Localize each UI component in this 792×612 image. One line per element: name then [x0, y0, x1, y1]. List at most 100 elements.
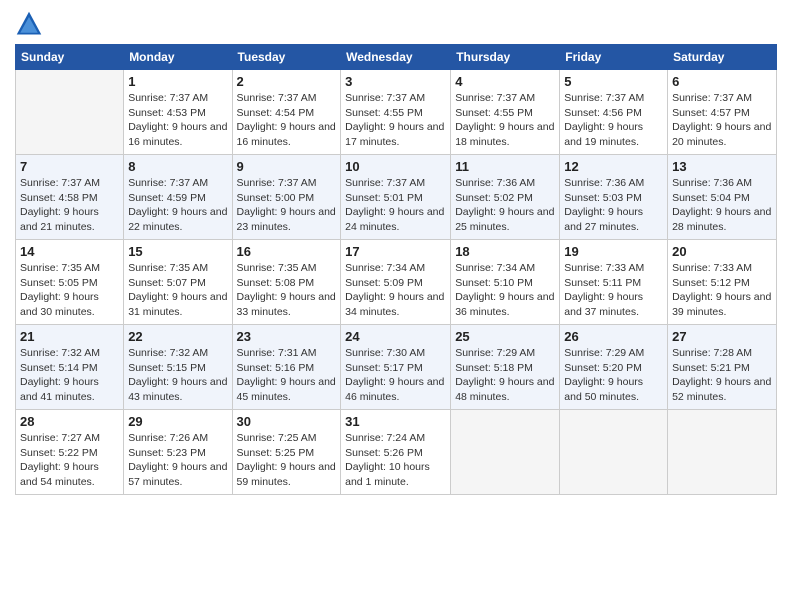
day-number: 14 [20, 244, 119, 259]
day-info: Sunrise: 7:36 AMSunset: 5:02 PMDaylight:… [455, 176, 555, 235]
day-number: 23 [237, 329, 337, 344]
day-cell: 28 Sunrise: 7:27 AMSunset: 5:22 PMDayligh… [16, 410, 124, 495]
day-cell: 16Sunrise: 7:35 AMSunset: 5:08 PMDayligh… [232, 240, 341, 325]
day-cell: 15 Sunrise: 7:35 AMSunset: 5:07 PMDayligh… [124, 240, 232, 325]
week-row-5: 28 Sunrise: 7:27 AMSunset: 5:22 PMDayligh… [16, 410, 777, 495]
week-row-2: 7 Sunrise: 7:37 AMSunset: 4:58 PMDaylight… [16, 155, 777, 240]
day-cell: 8 Sunrise: 7:37 AMSunset: 4:59 PMDaylight… [124, 155, 232, 240]
day-cell: 27 Sunrise: 7:28 AMSunset: 5:21 PMDayligh… [668, 325, 777, 410]
day-info: Sunrise: 7:37 AMSunset: 4:54 PMDaylight:… [237, 91, 337, 150]
day-info: Sunrise: 7:30 AMSunset: 5:17 PMDaylight:… [345, 346, 446, 405]
header-row: SundayMondayTuesdayWednesdayThursdayFrid… [16, 45, 777, 70]
day-cell: 18Sunrise: 7:34 AMSunset: 5:10 PMDayligh… [451, 240, 560, 325]
day-number: 19 [564, 244, 663, 259]
day-cell: 13 Sunrise: 7:36 AMSunset: 5:04 PMDayligh… [668, 155, 777, 240]
day-cell: 23 Sunrise: 7:31 AMSunset: 5:16 PMDayligh… [232, 325, 341, 410]
day-number: 30 [237, 414, 337, 429]
day-number: 10 [345, 159, 446, 174]
day-info: Sunrise: 7:37 AMSunset: 4:59 PMDaylight:… [128, 176, 227, 235]
week-row-1: 1 Sunrise: 7:37 AMSunset: 4:53 PMDaylight… [16, 70, 777, 155]
day-number: 31 [345, 414, 446, 429]
day-info: Sunrise: 7:34 AMSunset: 5:09 PMDaylight:… [345, 261, 446, 320]
day-cell: 21 Sunrise: 7:32 AMSunset: 5:14 PMDayligh… [16, 325, 124, 410]
day-number: 6 [672, 74, 772, 89]
day-number: 18 [455, 244, 555, 259]
week-row-3: 14Sunrise: 7:35 AMSunset: 5:05 PMDayligh… [16, 240, 777, 325]
day-number: 24 [345, 329, 446, 344]
day-cell [668, 410, 777, 495]
day-info: Sunrise: 7:25 AMSunset: 5:25 PMDaylight:… [237, 431, 337, 490]
day-number: 26 [564, 329, 663, 344]
day-number: 29 [128, 414, 227, 429]
day-number: 11 [455, 159, 555, 174]
day-info: Sunrise: 7:37 AMSunset: 4:58 PMDaylight:… [20, 176, 119, 235]
day-cell: 31 Sunrise: 7:24 AMSunset: 5:26 PMDayligh… [341, 410, 451, 495]
day-info: Sunrise: 7:29 AMSunset: 5:20 PMDaylight:… [564, 346, 663, 405]
day-number: 28 [20, 414, 119, 429]
day-info: Sunrise: 7:33 AMSunset: 5:12 PMDaylight:… [672, 261, 772, 320]
day-number: 1 [128, 74, 227, 89]
day-number: 5 [564, 74, 663, 89]
day-info: Sunrise: 7:37 AMSunset: 4:57 PMDaylight:… [672, 91, 772, 150]
day-number: 15 [128, 244, 227, 259]
day-info: Sunrise: 7:26 AMSunset: 5:23 PMDaylight:… [128, 431, 227, 490]
logo-icon [15, 10, 43, 38]
day-info: Sunrise: 7:32 AMSunset: 5:14 PMDaylight:… [20, 346, 119, 405]
day-number: 22 [128, 329, 227, 344]
week-row-4: 21 Sunrise: 7:32 AMSunset: 5:14 PMDayligh… [16, 325, 777, 410]
day-info: Sunrise: 7:28 AMSunset: 5:21 PMDaylight:… [672, 346, 772, 405]
day-cell: 26 Sunrise: 7:29 AMSunset: 5:20 PMDayligh… [560, 325, 668, 410]
day-cell: 2 Sunrise: 7:37 AMSunset: 4:54 PMDaylight… [232, 70, 341, 155]
day-cell: 11 Sunrise: 7:36 AMSunset: 5:02 PMDayligh… [451, 155, 560, 240]
header-area [15, 10, 777, 38]
day-cell: 12Sunrise: 7:36 AMSunset: 5:03 PMDayligh… [560, 155, 668, 240]
day-number: 3 [345, 74, 446, 89]
day-cell: 1 Sunrise: 7:37 AMSunset: 4:53 PMDaylight… [124, 70, 232, 155]
day-cell: 29 Sunrise: 7:26 AMSunset: 5:23 PMDayligh… [124, 410, 232, 495]
column-header-wednesday: Wednesday [341, 45, 451, 70]
day-info: Sunrise: 7:37 AMSunset: 4:55 PMDaylight:… [455, 91, 555, 150]
day-info: Sunrise: 7:36 AMSunset: 5:03 PMDaylight:… [564, 176, 663, 235]
day-info: Sunrise: 7:35 AMSunset: 5:07 PMDaylight:… [128, 261, 227, 320]
day-number: 9 [237, 159, 337, 174]
day-cell: 20 Sunrise: 7:33 AMSunset: 5:12 PMDayligh… [668, 240, 777, 325]
day-cell [16, 70, 124, 155]
day-cell: 6 Sunrise: 7:37 AMSunset: 4:57 PMDaylight… [668, 70, 777, 155]
day-cell: 7 Sunrise: 7:37 AMSunset: 4:58 PMDaylight… [16, 155, 124, 240]
logo [15, 10, 47, 38]
day-number: 2 [237, 74, 337, 89]
column-header-friday: Friday [560, 45, 668, 70]
day-number: 21 [20, 329, 119, 344]
day-info: Sunrise: 7:24 AMSunset: 5:26 PMDaylight:… [345, 431, 446, 490]
day-info: Sunrise: 7:32 AMSunset: 5:15 PMDaylight:… [128, 346, 227, 405]
day-info: Sunrise: 7:27 AMSunset: 5:22 PMDaylight:… [20, 431, 119, 490]
day-number: 20 [672, 244, 772, 259]
day-cell: 22 Sunrise: 7:32 AMSunset: 5:15 PMDayligh… [124, 325, 232, 410]
calendar-container: SundayMondayTuesdayWednesdayThursdayFrid… [0, 0, 792, 505]
day-number: 4 [455, 74, 555, 89]
day-number: 16 [237, 244, 337, 259]
day-number: 13 [672, 159, 772, 174]
day-info: Sunrise: 7:37 AMSunset: 4:55 PMDaylight:… [345, 91, 446, 150]
day-cell [451, 410, 560, 495]
day-number: 7 [20, 159, 119, 174]
day-cell: 4 Sunrise: 7:37 AMSunset: 4:55 PMDaylight… [451, 70, 560, 155]
day-cell: 9 Sunrise: 7:37 AMSunset: 5:00 PMDaylight… [232, 155, 341, 240]
day-cell: 10Sunrise: 7:37 AMSunset: 5:01 PMDayligh… [341, 155, 451, 240]
column-header-sunday: Sunday [16, 45, 124, 70]
day-cell: 19Sunrise: 7:33 AMSunset: 5:11 PMDayligh… [560, 240, 668, 325]
day-info: Sunrise: 7:37 AMSunset: 5:00 PMDaylight:… [237, 176, 337, 235]
column-header-saturday: Saturday [668, 45, 777, 70]
day-number: 27 [672, 329, 772, 344]
day-number: 8 [128, 159, 227, 174]
day-info: Sunrise: 7:37 AMSunset: 4:53 PMDaylight:… [128, 91, 227, 150]
column-header-monday: Monday [124, 45, 232, 70]
day-info: Sunrise: 7:31 AMSunset: 5:16 PMDaylight:… [237, 346, 337, 405]
day-cell [560, 410, 668, 495]
day-info: Sunrise: 7:36 AMSunset: 5:04 PMDaylight:… [672, 176, 772, 235]
day-number: 25 [455, 329, 555, 344]
day-info: Sunrise: 7:37 AMSunset: 4:56 PMDaylight:… [564, 91, 663, 150]
day-cell: 17 Sunrise: 7:34 AMSunset: 5:09 PMDayligh… [341, 240, 451, 325]
day-number: 17 [345, 244, 446, 259]
day-cell: 24 Sunrise: 7:30 AMSunset: 5:17 PMDayligh… [341, 325, 451, 410]
